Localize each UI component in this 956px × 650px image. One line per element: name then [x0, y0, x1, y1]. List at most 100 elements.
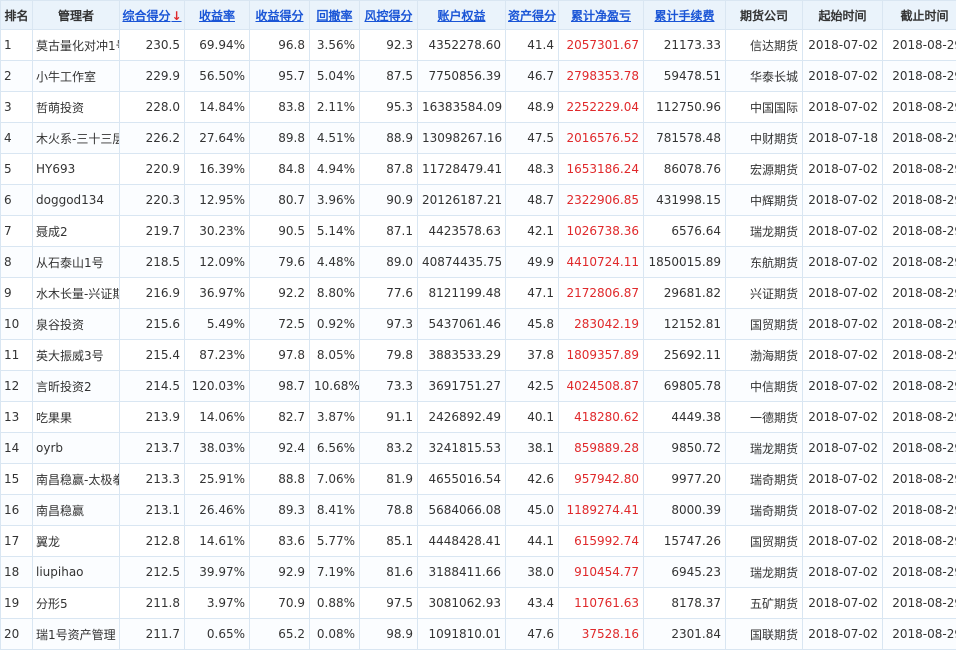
broker-cell: 中国国际 — [726, 92, 803, 123]
asset-score-cell: 46.7 — [506, 61, 559, 92]
header-composite-score-label[interactable]: 综合得分 — [122, 9, 170, 23]
risk-score-cell: 97.3 — [360, 309, 418, 340]
composite-score-cell: 226.2 — [120, 123, 185, 154]
return-rate-cell: 120.03% — [185, 371, 250, 402]
header-manager: 管理者 — [33, 1, 120, 30]
fee-cell: 4449.38 — [644, 402, 726, 433]
sort-header-return-score[interactable]: 收益得分 — [250, 1, 310, 30]
risk-score-cell: 89.0 — [360, 247, 418, 278]
equity-cell: 5684066.08 — [418, 495, 506, 526]
start-date-cell: 2018-07-02 — [803, 185, 883, 216]
broker-cell: 渤海期货 — [726, 340, 803, 371]
end-date-cell: 2018-08-29 — [883, 619, 956, 650]
table-row: 11英大振威3号215.487.23%97.88.05%79.83883533.… — [1, 340, 956, 371]
drawdown-cell: 0.92% — [310, 309, 360, 340]
broker-cell: 兴证期货 — [726, 278, 803, 309]
drawdown-cell: 3.87% — [310, 402, 360, 433]
risk-score-cell: 88.9 — [360, 123, 418, 154]
rank-cell: 11 — [1, 340, 33, 371]
composite-score-cell: 229.9 — [120, 61, 185, 92]
composite-score-cell: 213.9 — [120, 402, 185, 433]
equity-cell: 8121199.48 — [418, 278, 506, 309]
composite-score-cell: 211.7 — [120, 619, 185, 650]
broker-cell: 中信期货 — [726, 371, 803, 402]
return-rate-cell: 69.94% — [185, 30, 250, 61]
fee-cell: 86078.76 — [644, 154, 726, 185]
net-pnl-cell: 1026738.36 — [559, 216, 644, 247]
sort-header-net-pnl[interactable]: 累计净盈亏 — [559, 1, 644, 30]
drawdown-cell: 5.04% — [310, 61, 360, 92]
net-pnl-cell: 110761.63 — [559, 588, 644, 619]
header-start-date: 起始时间 — [803, 1, 883, 30]
sort-header-composite-score[interactable]: 综合得分↓ — [120, 1, 185, 30]
rank-cell: 18 — [1, 557, 33, 588]
manager-cell: 水木长量-兴证期货 — [33, 278, 120, 309]
fee-cell: 9850.72 — [644, 433, 726, 464]
rank-cell: 19 — [1, 588, 33, 619]
drawdown-cell: 0.88% — [310, 588, 360, 619]
sort-down-arrow-icon[interactable]: ↓ — [171, 9, 181, 23]
return-score-cell: 70.9 — [250, 588, 310, 619]
broker-cell: 中辉期货 — [726, 185, 803, 216]
table-row: 2小牛工作室229.956.50%95.75.04%87.57750856.39… — [1, 61, 956, 92]
header-row: 排名 管理者 综合得分↓ 收益率 收益得分 回撤率 风控得分 账户权益 资产得分… — [1, 1, 956, 30]
table-row: 9水木长量-兴证期货216.936.97%92.28.80%77.6812119… — [1, 278, 956, 309]
end-date-cell: 2018-08-29 — [883, 340, 956, 371]
risk-score-cell: 98.9 — [360, 619, 418, 650]
start-date-cell: 2018-07-02 — [803, 154, 883, 185]
manager-cell: oyrb — [33, 433, 120, 464]
rank-cell: 20 — [1, 619, 33, 650]
equity-cell: 4352278.60 — [418, 30, 506, 61]
sort-header-drawdown[interactable]: 回撤率 — [310, 1, 360, 30]
table-row: 19分形5211.83.97%70.90.88%97.53081062.9343… — [1, 588, 956, 619]
asset-score-cell: 47.6 — [506, 619, 559, 650]
asset-score-cell: 42.6 — [506, 464, 559, 495]
drawdown-cell: 5.77% — [310, 526, 360, 557]
return-score-cell: 90.5 — [250, 216, 310, 247]
sort-header-equity[interactable]: 账户权益 — [418, 1, 506, 30]
return-rate-cell: 12.95% — [185, 185, 250, 216]
end-date-cell: 2018-08-29 — [883, 61, 956, 92]
sort-header-risk-score[interactable]: 风控得分 — [360, 1, 418, 30]
manager-cell: 莫古量化对冲1号 — [33, 30, 120, 61]
asset-score-cell: 48.7 — [506, 185, 559, 216]
fee-cell: 15747.26 — [644, 526, 726, 557]
table-row: 7聂成2219.730.23%90.55.14%87.14423578.6342… — [1, 216, 956, 247]
rank-cell: 3 — [1, 92, 33, 123]
asset-score-cell: 48.3 — [506, 154, 559, 185]
equity-cell: 4423578.63 — [418, 216, 506, 247]
manager-cell: 吃果果 — [33, 402, 120, 433]
end-date-cell: 2018-08-29 — [883, 30, 956, 61]
return-rate-cell: 16.39% — [185, 154, 250, 185]
table-row: 18liupihao212.539.97%92.97.19%81.6318841… — [1, 557, 956, 588]
fee-cell: 25692.11 — [644, 340, 726, 371]
drawdown-cell: 4.94% — [310, 154, 360, 185]
risk-score-cell: 81.9 — [360, 464, 418, 495]
start-date-cell: 2018-07-02 — [803, 61, 883, 92]
end-date-cell: 2018-08-29 — [883, 371, 956, 402]
start-date-cell: 2018-07-02 — [803, 402, 883, 433]
equity-cell: 3241815.53 — [418, 433, 506, 464]
rank-cell: 13 — [1, 402, 33, 433]
sort-header-asset-score[interactable]: 资产得分 — [506, 1, 559, 30]
return-rate-cell: 38.03% — [185, 433, 250, 464]
rank-cell: 5 — [1, 154, 33, 185]
table-row: 14oyrb213.738.03%92.46.56%83.23241815.53… — [1, 433, 956, 464]
manager-cell: 哲萌投资 — [33, 92, 120, 123]
broker-cell: 瑞奇期货 — [726, 464, 803, 495]
rank-cell: 2 — [1, 61, 33, 92]
return-score-cell: 83.6 — [250, 526, 310, 557]
sort-header-return-rate[interactable]: 收益率 — [185, 1, 250, 30]
composite-score-cell: 230.5 — [120, 30, 185, 61]
net-pnl-cell: 1653186.24 — [559, 154, 644, 185]
sort-header-fee[interactable]: 累计手续费 — [644, 1, 726, 30]
return-score-cell: 80.7 — [250, 185, 310, 216]
net-pnl-cell: 37528.16 — [559, 619, 644, 650]
return-score-cell: 96.8 — [250, 30, 310, 61]
asset-score-cell: 49.9 — [506, 247, 559, 278]
return-rate-cell: 30.23% — [185, 216, 250, 247]
equity-cell: 4655016.54 — [418, 464, 506, 495]
table-row: 17翼龙212.814.61%83.65.77%85.14448428.4144… — [1, 526, 956, 557]
manager-cell: HY693 — [33, 154, 120, 185]
risk-score-cell: 91.1 — [360, 402, 418, 433]
